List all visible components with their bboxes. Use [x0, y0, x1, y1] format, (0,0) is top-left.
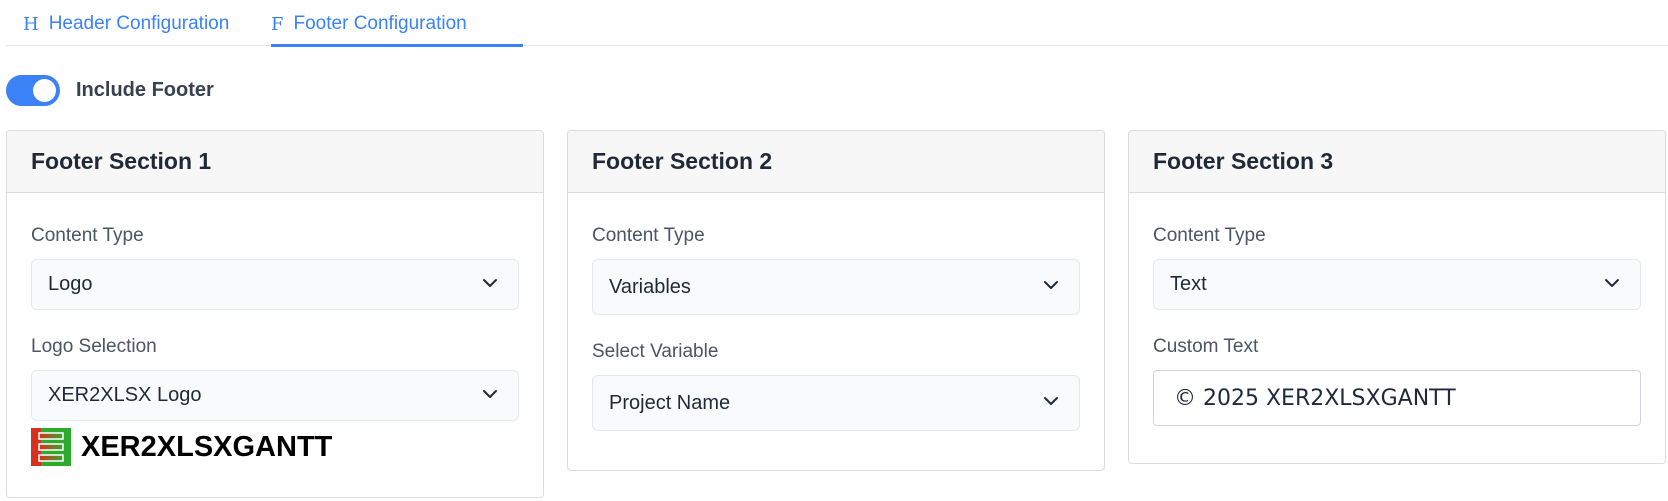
footer-section-2-card: Footer Section 2 Content Type Variables … [567, 130, 1105, 471]
include-footer-row: Include Footer [6, 74, 214, 106]
footer-section-2-title: Footer Section 2 [568, 131, 1104, 193]
footer-section-1-card: Footer Section 1 Content Type Logo Logo … [6, 130, 544, 498]
logo-text: XER2XLSXGANTT [81, 430, 333, 463]
footer-f-icon: F [271, 13, 284, 35]
content-type-select[interactable]: Logo [31, 259, 519, 310]
tab-footer-label: Footer Configuration [293, 13, 467, 34]
select-variable-value: Project Name [609, 391, 731, 414]
include-footer-label: Include Footer [76, 78, 214, 101]
content-type-select[interactable]: Variables [592, 259, 1080, 315]
custom-text-label: Custom Text [1153, 336, 1259, 357]
custom-text-input[interactable]: © 2025 XER2XLSXGANTT [1153, 370, 1641, 426]
logo-selection-label: Logo Selection [31, 336, 157, 357]
select-variable-select[interactable]: Project Name [592, 375, 1080, 431]
logo-preview: XER2XLSXGANTT [31, 428, 519, 466]
content-type-select[interactable]: Text [1153, 259, 1641, 310]
toggle-knob [33, 78, 56, 102]
logo-selection-value: XER2XLSX Logo [48, 384, 202, 406]
chevron-down-icon [482, 386, 497, 400]
content-type-label: Content Type [31, 225, 144, 246]
content-type-label: Content Type [1153, 225, 1266, 246]
footer-section-3-title: Footer Section 3 [1129, 131, 1665, 193]
tab-header-configuration[interactable]: H Header Configuration [23, 0, 229, 48]
tab-header-label: Header Configuration [48, 13, 230, 34]
xer2xlsxgantt-logo-icon [31, 428, 71, 466]
logo-selection-select[interactable]: XER2XLSX Logo [31, 370, 519, 421]
footer-section-1-title: Footer Section 1 [7, 131, 543, 193]
footer-section-3-card: Footer Section 3 Content Type Text Custo… [1128, 130, 1666, 464]
active-tab-indicator [271, 44, 523, 47]
content-type-value: Logo [48, 273, 93, 295]
content-type-label: Content Type [592, 225, 705, 246]
content-type-value: Text [1170, 273, 1207, 295]
chevron-down-icon [1604, 275, 1619, 289]
chevron-down-icon [1043, 277, 1058, 291]
select-variable-label: Select Variable [592, 341, 719, 362]
chevron-down-icon [482, 275, 497, 289]
tab-footer-configuration[interactable]: F Footer Configuration [271, 0, 467, 48]
chevron-down-icon [1043, 393, 1058, 407]
content-type-value: Variables [609, 275, 691, 298]
include-footer-toggle[interactable] [6, 74, 60, 106]
header-h-icon: H [23, 13, 39, 35]
tab-bar: H Header Configuration F Footer Configur… [6, 0, 1668, 48]
